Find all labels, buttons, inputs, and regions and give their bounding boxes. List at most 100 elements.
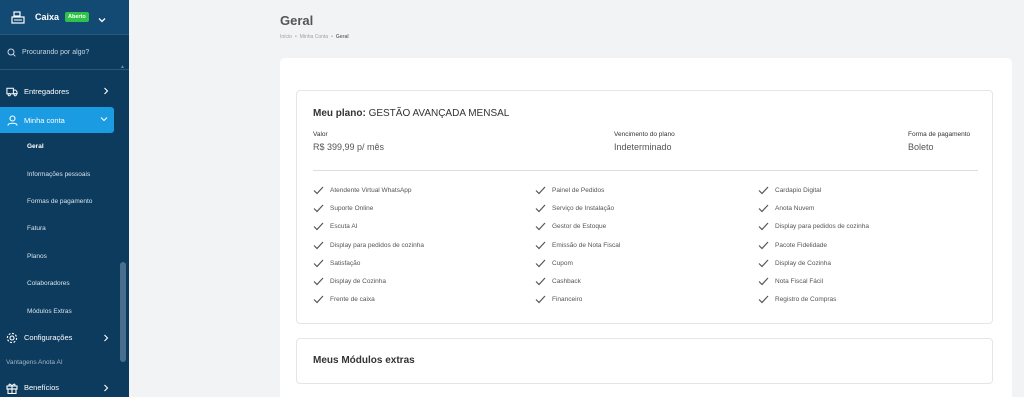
feature-label: Pacote Fidelidade xyxy=(775,241,828,249)
page-title: Geral xyxy=(280,13,314,28)
feature-item: Painel de Pedidos xyxy=(535,186,604,195)
sidebar-item-entregadores[interactable]: Entregadores xyxy=(0,78,129,104)
check-icon xyxy=(535,277,546,286)
feature-item: Display para pedidos de cozinha xyxy=(313,241,424,250)
sidebar-subitem-fatura[interactable]: Fatura xyxy=(0,215,129,242)
chevron-down-icon[interactable] xyxy=(97,12,107,23)
breadcrumb-separator: • xyxy=(331,34,333,40)
scroll-up-arrow-icon[interactable]: ▲ xyxy=(120,64,125,70)
check-icon xyxy=(313,204,324,213)
feature-label: Display de Cozinha xyxy=(775,259,832,267)
feature-item: Display de Cozinha xyxy=(313,277,386,286)
sidebar-scrollbar[interactable] xyxy=(120,262,126,362)
sidebar-subitem-geral[interactable]: Geral xyxy=(0,133,129,160)
feature-item: Pacote Fidelidade xyxy=(758,241,827,250)
divider xyxy=(313,170,978,171)
feature-label: Painel de Pedidos xyxy=(552,187,605,194)
user-icon xyxy=(6,114,18,126)
feature-item: Escuta AI xyxy=(313,222,357,231)
check-icon xyxy=(758,241,769,249)
search-icon xyxy=(7,48,16,57)
breadcrumb-item-minha-conta[interactable]: Minha Conta xyxy=(300,34,328,40)
feature-label: Escuta AI xyxy=(330,223,358,231)
feature-label: Display para pedidos de cozinha xyxy=(330,241,424,249)
check-icon xyxy=(535,295,546,304)
feature-label: Atendente Virtual WhatsApp xyxy=(330,187,412,194)
main-content: Geral Início • Minha Conta • Geral Meu p… xyxy=(129,0,1024,397)
feature-item: Satisfação xyxy=(313,259,360,268)
search-placeholder: Procurando por algo? xyxy=(22,49,90,56)
valor-label: Valor xyxy=(313,131,328,138)
sidebar-item-minha-conta[interactable]: Minha conta xyxy=(0,107,114,133)
check-icon xyxy=(535,204,546,213)
feature-item: Registro de Compras xyxy=(758,295,836,304)
feature-item: Emissão de Nota Fiscal xyxy=(535,241,620,250)
modules-title: Meus Módulos extras xyxy=(313,355,415,366)
store-selector[interactable]: Caixa Aberto xyxy=(0,0,129,34)
cash-register-icon xyxy=(10,9,26,25)
vencimento-value: Indeterminado xyxy=(614,142,672,152)
feature-label: Financeiro xyxy=(552,296,583,304)
content-card: Meu plano: GESTÃO AVANÇADA MENSAL Valor … xyxy=(280,58,1012,397)
feature-label: Nota Fiscal Fácil xyxy=(775,278,824,285)
store-status-badge: Aberto xyxy=(65,12,89,22)
plan-title: Meu plano: GESTÃO AVANÇADA MENSAL xyxy=(313,108,509,119)
sidebar: Caixa Aberto Procurando por algo? Entreg… xyxy=(0,0,129,397)
divider xyxy=(0,69,129,70)
check-icon xyxy=(535,241,546,249)
sidebar-item-beneficios[interactable]: Benefícios xyxy=(0,375,129,397)
feature-item: Suporte Online xyxy=(313,204,373,213)
feature-item: Display para pedidos de cozinha xyxy=(758,222,869,231)
feature-label: Emissão de Nota Fiscal xyxy=(552,241,621,249)
chevron-right-icon xyxy=(103,384,109,394)
feature-item: Frente de caixa xyxy=(313,295,375,304)
feature-label: Cardapio Digital xyxy=(775,187,822,194)
check-icon xyxy=(313,277,324,286)
check-icon xyxy=(758,295,769,304)
check-icon xyxy=(535,222,546,231)
feature-item: Anota Nuvem xyxy=(758,204,814,213)
sidebar-subitem-planos[interactable]: Planos xyxy=(0,243,129,270)
sidebar-subitem-colaboradores[interactable]: Colaboradores xyxy=(0,270,129,297)
chevron-right-icon xyxy=(103,334,109,344)
vencimento-label: Vencimento do plano xyxy=(614,131,675,138)
feature-label: Suporte Online xyxy=(330,205,374,213)
feature-label: Frente de caixa xyxy=(330,296,375,304)
modules-card: Meus Módulos extras xyxy=(296,338,993,384)
sidebar-subitem-informacoes-pessoais[interactable]: Informações pessoais xyxy=(0,160,129,187)
plan-title-prefix: Meu plano: xyxy=(313,108,366,119)
feature-label: Display para pedidos de cozinha xyxy=(775,223,869,231)
feature-label: Cupom xyxy=(552,259,573,267)
check-icon xyxy=(758,222,769,231)
feature-label: Anota Nuvem xyxy=(775,205,815,213)
feature-item: Cupom xyxy=(535,259,573,268)
breadcrumb-item-inicio[interactable]: Início xyxy=(280,34,292,40)
sidebar-subitem-formas-de-pagamento[interactable]: Formas de pagamento xyxy=(0,188,129,215)
section-label: Vantagens Anota AI xyxy=(6,359,63,367)
feature-label: Registro de Compras xyxy=(775,296,837,304)
check-icon xyxy=(313,241,324,249)
search-input[interactable]: Procurando por algo? xyxy=(0,41,129,64)
check-icon xyxy=(313,222,324,231)
divider xyxy=(0,34,129,35)
check-icon xyxy=(313,295,324,304)
check-icon xyxy=(758,186,769,195)
gift-icon xyxy=(6,382,18,394)
breadcrumb-item-current: Geral xyxy=(335,34,349,40)
check-icon xyxy=(758,259,769,268)
feature-label: Serviço de Instalação xyxy=(552,205,615,213)
plan-card: Meu plano: GESTÃO AVANÇADA MENSAL Valor … xyxy=(296,90,993,324)
check-icon xyxy=(313,186,324,195)
feature-label: Display de Cozinha xyxy=(330,278,387,285)
sidebar-item-label: Benefícios xyxy=(24,383,60,393)
pagamento-value: Boleto xyxy=(908,142,934,152)
sidebar-item-configuracoes[interactable]: Configurações xyxy=(0,325,129,351)
plan-name: GESTÃO AVANÇADA MENSAL xyxy=(368,108,510,119)
feature-item: Cashback xyxy=(535,277,581,286)
check-icon xyxy=(535,186,546,195)
pagamento-label: Forma de pagamento xyxy=(908,131,971,138)
sidebar-item-label: Minha conta xyxy=(24,115,65,125)
sidebar-subitem-modulos-extras[interactable]: Módulos Extras xyxy=(0,297,129,324)
chevron-down-icon xyxy=(100,115,108,124)
valor-value: R$ 399,99 p/ mês xyxy=(313,142,385,152)
